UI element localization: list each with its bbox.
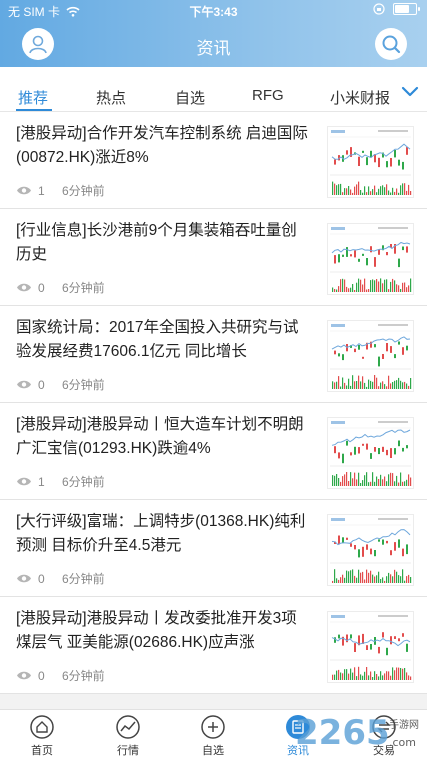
tab-rfg[interactable]: RFG [252,87,284,104]
category-tabs: 推荐 热点 自选 RFG 小米财报 [0,67,427,112]
tab-hot[interactable]: 热点 [96,87,126,108]
news-title: [港股异动]合作开发汽车控制系统 启迪国际(00872.HK)涨近8% [16,125,308,166]
home-icon [30,715,54,739]
tab-watchlist[interactable]: 自选 [175,87,205,108]
news-thumbnail [327,223,414,295]
publish-time: 6分钟前 [62,475,105,489]
active-tab-indicator [16,109,52,111]
publish-time: 6分钟前 [62,572,105,586]
svg-text:.com: .com [389,736,416,749]
battery-icon [393,3,420,15]
eye-icon [17,283,31,292]
view-count: 0 [38,377,45,392]
nav-watchlist-label: 自选 [202,745,224,757]
news-thumbnail [327,514,414,586]
nav-home[interactable]: 首页 [7,714,77,758]
news-meta: 1 6分钟前 [16,182,105,199]
eye-icon [17,380,31,389]
orientation-lock-icon [373,3,385,15]
view-count: 0 [38,668,45,683]
news-meta: 0 6分钟前 [16,376,105,393]
add-circle-icon [201,715,225,739]
news-item[interactable]: [港股异动]港股异动丨发改委批准开发3项煤层气 亚美能源(02686.HK)应声… [0,597,427,694]
nav-home-label: 首页 [31,745,53,757]
search-button[interactable] [375,28,407,60]
publish-time: 6分钟前 [62,281,105,295]
news-item[interactable]: [行业信息]长沙港前9个月集装箱吞吐量创历史 0 6分钟前 [0,209,427,306]
news-item[interactable]: 国家统计局：2017年全国投入共研究与试验发展经费17606.1亿元 同比增长 0… [0,306,427,403]
view-count: 1 [38,183,45,198]
svg-text:2265: 2265 [295,713,390,753]
publish-time: 6分钟前 [62,184,105,198]
news-thumbnail [327,126,414,198]
status-bar: 无 SIM 卡 下午3:43 [0,0,427,20]
view-count: 1 [38,474,45,489]
svg-text:手游网: 手游网 [389,718,419,731]
news-title: [行业信息]长沙港前9个月集装箱吞吐量创历史 [16,222,297,263]
publish-time: 6分钟前 [62,669,105,683]
expand-tabs-button[interactable] [393,77,427,107]
news-item[interactable]: [港股异动]港股异动丨恒大造车计划不明朗 广汇宝信(01293.HK)跌逾4% 1… [0,403,427,500]
eye-icon [17,186,31,195]
news-item[interactable]: [港股异动]合作开发汽车控制系统 启迪国际(00872.HK)涨近8% 1 6分钟前 [0,112,427,209]
search-icon [382,35,401,54]
eye-icon [17,477,31,486]
news-title: [大行评级]富瑞：上调特步(01368.HK)纯利预测 目标价升至4.5港元 [16,513,306,554]
news-list: [港股异动]合作开发汽车控制系统 启迪国际(00872.HK)涨近8% 1 6分钟前… [0,112,427,694]
status-time: 下午3:43 [189,5,238,19]
news-title: [港股异动]港股异动丨恒大造车计划不明朗 广汇宝信(01293.HK)跌逾4% [16,416,304,457]
eye-icon [17,574,31,583]
news-meta: 0 6分钟前 [16,279,105,296]
news-title: [港股异动]港股异动丨发改委批准开发3项煤层气 亚美能源(02686.HK)应声… [16,610,297,651]
nav-market-label: 行情 [117,745,139,757]
view-count: 0 [38,571,45,586]
chevron-down-icon [401,86,419,97]
news-meta: 0 6分钟前 [16,570,105,587]
page-title: 资讯 [196,39,231,58]
news-meta: 1 6分钟前 [16,473,105,490]
news-title: 国家统计局：2017年全国投入共研究与试验发展经费17606.1亿元 同比增长 [16,319,299,360]
tab-recommend[interactable]: 推荐 [18,87,48,108]
publish-time: 6分钟前 [62,378,105,392]
view-count: 0 [38,280,45,295]
tab-xiaomi-earnings[interactable]: 小米财报 [330,87,390,108]
news-meta: 0 6分钟前 [16,667,105,684]
nav-watchlist[interactable]: 自选 [178,714,248,758]
app-header: 无 SIM 卡 下午3:43 资讯 [0,0,427,67]
eye-icon [17,671,31,680]
news-thumbnail [327,417,414,489]
market-chart-icon [116,715,140,739]
site-watermark: 2265 手游网 .com [295,713,419,753]
news-item[interactable]: [大行评级]富瑞：上调特步(01368.HK)纯利预测 目标价升至4.5港元 0 6… [0,500,427,597]
nav-market[interactable]: 行情 [93,714,163,758]
news-thumbnail [327,611,414,683]
news-thumbnail [327,320,414,392]
